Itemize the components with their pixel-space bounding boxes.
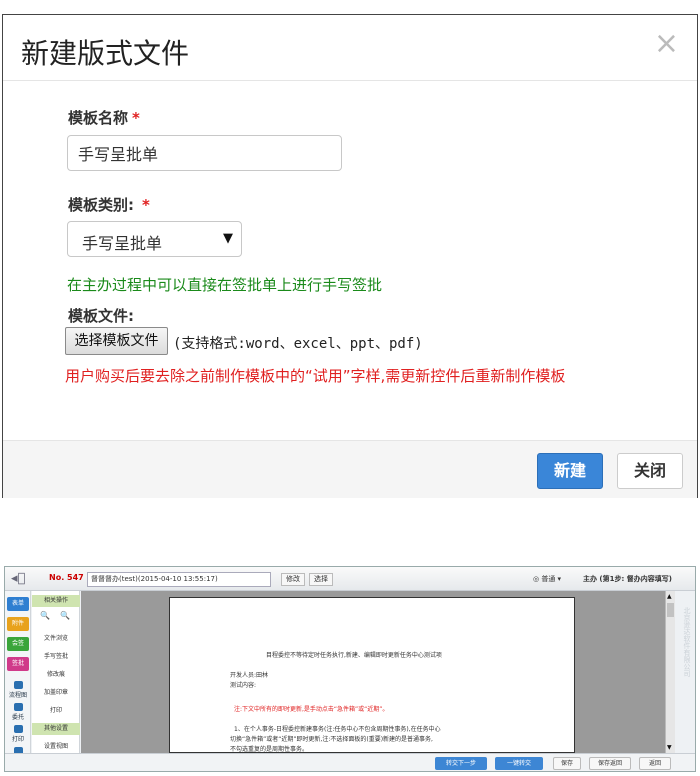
doc-line: 开发人员:田林: [230, 672, 269, 679]
zoom-in-icon[interactable]: 🔍: [40, 611, 50, 620]
template-file-label: 模板文件:: [68, 307, 134, 325]
template-type-selected-value: 手写呈批单: [82, 234, 163, 253]
rail-item-delegate[interactable]: 委托: [6, 703, 30, 721]
rail-item-flowchart[interactable]: 流程图: [6, 681, 30, 699]
zoom-out-icon[interactable]: 🔍: [60, 611, 70, 620]
menu-item-print[interactable]: 打印: [32, 705, 80, 714]
company-watermark: 北京逊达软件有限公司: [683, 607, 691, 677]
document-page: 目程委控不等待定时任务执行,新建、编辑即时更新任务中心测试项 开发人员:田林 测…: [169, 597, 575, 753]
step-info: 主办 (第1步: 督办内容填写): [583, 575, 672, 583]
vertical-scrollbar[interactable]: ▲ ▼: [665, 591, 675, 753]
menu-item-handwriting[interactable]: 手写签批: [32, 651, 80, 660]
rail-tab-form[interactable]: 表单: [7, 597, 29, 611]
one-click-transfer-button[interactable]: 一键转交: [495, 757, 543, 770]
menu-item-view-settings[interactable]: 设置视图: [32, 741, 80, 750]
document-number: No. 547: [49, 573, 84, 582]
close-button[interactable]: 关闭: [617, 453, 683, 489]
save-and-return-button[interactable]: 保存返回: [589, 757, 631, 770]
user-icon: [13, 703, 23, 711]
select-button[interactable]: 选择: [309, 573, 333, 586]
left-rail: 表单 附件 会签 签批 流程图 委托 打印 更多: [5, 591, 31, 771]
doc-heading: 目程委控不等待定时任务执行,新建、编辑即时更新任务中心测试项: [266, 652, 442, 659]
doc-note: 注:下文中所有的即时更新,是手动点击“急件箱”或“近期”。: [234, 706, 389, 713]
doc-line: 1、在个人事务-日程委控新建事务(注:任务中心不包含周期性事务),在任务中心: [234, 726, 441, 733]
rail-item-print[interactable]: 打印: [6, 725, 30, 743]
rail-tab-countersign[interactable]: 会签: [7, 637, 29, 651]
template-type-label-text: 模板类别:: [68, 196, 134, 214]
back-arrow-icon[interactable]: ◂⃝: [11, 571, 25, 586]
rail-item-label: 打印: [11, 736, 24, 743]
supported-formats-text: (支持格式:word、excel、ppt、pdf): [173, 336, 423, 352]
return-button[interactable]: 返回: [639, 757, 671, 770]
template-type-label: 模板类别: *: [68, 194, 150, 215]
template-name-input[interactable]: [67, 135, 342, 171]
app-toolbar: ◂⃝ No. 547 督督督办(test)(2015-04-10 13:55:1…: [5, 567, 695, 591]
template-name-label-text: 模板名称: [68, 109, 129, 127]
document-title-input[interactable]: 督督督办(test)(2015-04-10 13:55:17): [87, 572, 271, 587]
dialog-header: 新建版式文件 ×: [3, 15, 697, 81]
template-type-select[interactable]: 手写呈批单 ▼: [67, 221, 242, 257]
rail-item-label: 委托: [11, 714, 24, 721]
operations-menu: 相关操作 🔍 🔍 文件浏览 手写签批 修改痕 加盖印章 打印 其他设置 设置视图: [32, 591, 80, 753]
doc-line: 测试内容:: [230, 682, 257, 689]
view-mode-select[interactable]: ◎ 普通 ▾: [533, 574, 561, 584]
bottom-action-bar: 转交下一步 一键转交 保存 保存返回 返回: [5, 753, 695, 771]
save-button[interactable]: 保存: [553, 757, 581, 770]
choose-template-file-button[interactable]: 选择模板文件: [65, 327, 168, 355]
scroll-up-icon[interactable]: ▲: [667, 593, 672, 600]
rail-item-label: 流程图: [8, 692, 27, 699]
rail-tab-sign[interactable]: 签批: [7, 657, 29, 671]
menu-item-stamp[interactable]: 加盖印章: [32, 687, 80, 696]
close-icon[interactable]: ×: [654, 29, 679, 59]
menu-item-file-browse[interactable]: 文件浏览: [32, 633, 80, 642]
scroll-down-icon[interactable]: ▼: [667, 744, 672, 751]
required-mark: *: [142, 196, 150, 214]
dialog-footer: 新建 关闭: [3, 440, 697, 498]
menu-header-operations: 相关操作: [32, 595, 80, 607]
doc-line: 切换“急件箱”或者“近期”即时更新,注:不选择面板的(重要)新建的是普通事务,: [230, 736, 433, 743]
dropdown-arrow-icon: ▼: [223, 231, 233, 246]
doc-line: 不勾选重复的是周期性事务。: [230, 746, 309, 753]
scroll-thumb[interactable]: [667, 603, 674, 617]
modify-button[interactable]: 修改: [281, 573, 305, 586]
template-name-label: 模板名称 *: [68, 107, 140, 128]
submit-next-step-button[interactable]: 转交下一步: [435, 757, 487, 770]
new-layout-file-dialog: 新建版式文件 × 模板名称* 模板类别:* 手写呈批单 ▼ 在主办过程中可以直接…: [2, 14, 698, 498]
required-mark: *: [132, 109, 140, 127]
dialog-title: 新建版式文件: [21, 37, 190, 70]
printer-icon: [13, 725, 23, 733]
handwriting-hint: 在主办过程中可以直接在签批单上进行手写签批: [67, 276, 383, 294]
workflow-app-window: ◂⃝ No. 547 督督督办(test)(2015-04-10 13:55:1…: [4, 566, 696, 772]
create-button[interactable]: 新建: [537, 453, 603, 489]
rail-tab-attachments[interactable]: 附件: [7, 617, 29, 631]
flowchart-icon: [13, 681, 23, 689]
trial-warning-text: 用户购买后要去除之前制作模板中的“试用”字样,需更新控件后重新制作模板: [65, 367, 566, 385]
menu-item-track-changes[interactable]: 修改痕: [32, 669, 80, 678]
menu-header-settings: 其他设置: [32, 723, 80, 735]
